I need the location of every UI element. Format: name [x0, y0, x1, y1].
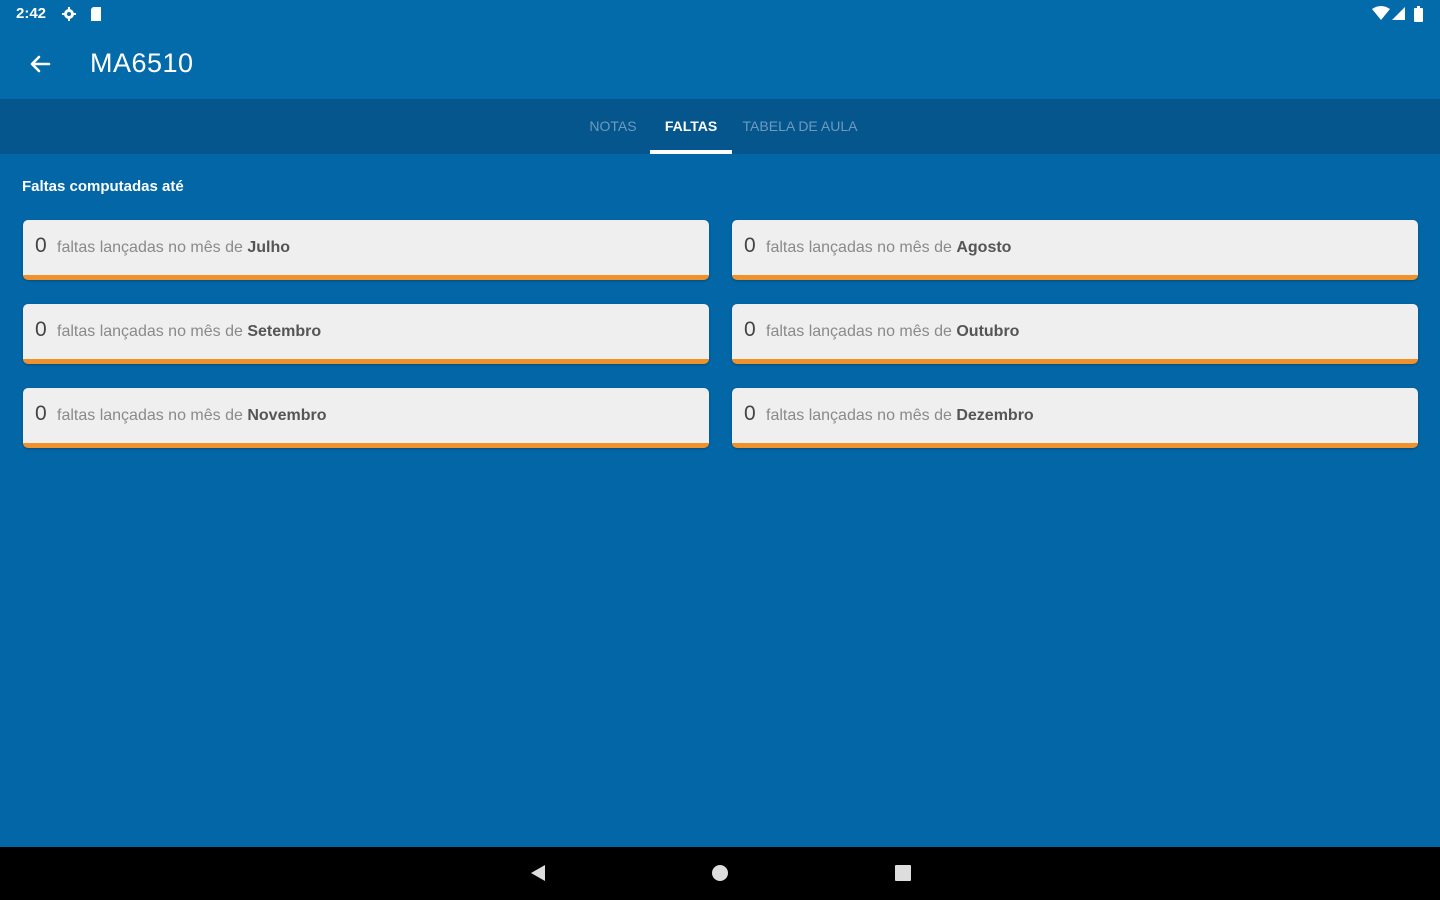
absence-label: faltas lançadas no mês de Dezembro — [766, 407, 1034, 424]
tab-tabela-de-aula[interactable]: TABELA DE AULA — [740, 99, 860, 154]
absence-count: 0 — [744, 318, 756, 341]
absence-count: 0 — [744, 402, 756, 425]
battery-icon — [1414, 6, 1423, 27]
arrow-back-icon — [24, 55, 56, 84]
tab-bar: NOTAS FALTAS TABELA DE AULA — [0, 99, 1440, 154]
page-title: MA6510 — [90, 48, 194, 78]
absence-card-outubro[interactable]: 0 faltas lançadas no mês de Outubro — [732, 304, 1418, 364]
month-name: Julho — [247, 239, 291, 256]
absence-card-julho[interactable]: 0 faltas lançadas no mês de Julho — [23, 220, 709, 280]
absence-label: faltas lançadas no mês de Setembro — [57, 323, 322, 340]
settings-icon — [61, 6, 77, 27]
nav-back-icon[interactable] — [528, 863, 548, 888]
tab-indicator — [650, 150, 732, 154]
month-name: Dezembro — [956, 407, 1034, 424]
back-button[interactable] — [24, 48, 56, 80]
navigation-bar — [0, 847, 1440, 900]
absence-count: 0 — [35, 402, 47, 425]
absence-card-dezembro[interactable]: 0 faltas lançadas no mês de Dezembro — [732, 388, 1418, 448]
absence-count: 0 — [35, 318, 47, 341]
tab-notas[interactable]: NOTAS — [580, 99, 646, 154]
tab-faltas[interactable]: FALTAS — [650, 99, 732, 154]
nav-recents-icon[interactable] — [893, 863, 913, 888]
absence-card-novembro[interactable]: 0 faltas lançadas no mês de Novembro — [23, 388, 709, 448]
absence-label: faltas lançadas no mês de Julho — [57, 239, 291, 256]
month-name: Novembro — [247, 407, 327, 424]
status-time: 2:42 — [16, 5, 47, 22]
sd-card-icon — [89, 6, 103, 27]
app-bar: MA6510 — [0, 28, 1440, 99]
absence-label: faltas lançadas no mês de Novembro — [57, 407, 327, 424]
signal-icon — [1392, 6, 1405, 26]
wifi-icon — [1372, 6, 1390, 26]
absence-count: 0 — [744, 234, 756, 257]
absence-label: faltas lançadas no mês de Outubro — [766, 323, 1020, 340]
absence-card-agosto[interactable]: 0 faltas lançadas no mês de Agosto — [732, 220, 1418, 280]
status-bar: 2:42 — [0, 0, 1440, 28]
month-name: Agosto — [956, 239, 1012, 256]
absence-count: 0 — [35, 234, 47, 257]
absence-label: faltas lançadas no mês de Agosto — [766, 239, 1012, 256]
month-name: Setembro — [247, 323, 322, 340]
absence-card-setembro[interactable]: 0 faltas lançadas no mês de Setembro — [23, 304, 709, 364]
nav-home-icon[interactable] — [710, 863, 730, 888]
section-title: Faltas computadas até — [22, 178, 184, 195]
month-name: Outubro — [956, 323, 1020, 340]
